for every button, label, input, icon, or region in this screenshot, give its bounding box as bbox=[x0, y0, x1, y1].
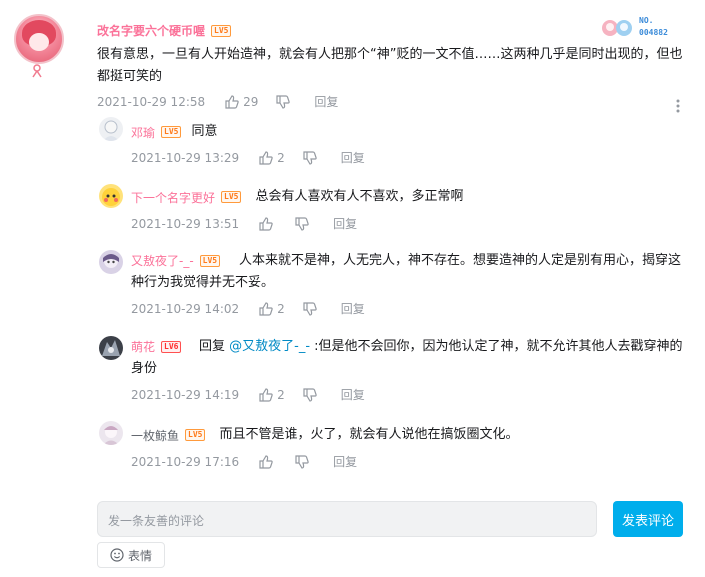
reply-button[interactable]: 回复 bbox=[341, 149, 365, 166]
reply-button[interactable]: 回复 bbox=[333, 215, 357, 232]
reply-row: 下一个名字更好 LV5 总会有人喜欢有人不喜欢，多正常啊 bbox=[131, 186, 463, 208]
main-comment-header: 改名字要六个硬币喔 LV5 bbox=[97, 22, 232, 39]
dislike-button[interactable] bbox=[295, 454, 309, 469]
dislike-button[interactable] bbox=[295, 216, 309, 231]
thumb-down-icon bbox=[303, 301, 317, 316]
nameplate-figure-icon bbox=[602, 20, 632, 36]
thumb-up-icon bbox=[259, 301, 273, 316]
reply-button[interactable]: 回复 bbox=[333, 453, 357, 470]
level-badge: LV5 bbox=[211, 24, 232, 37]
reply-avatar[interactable] bbox=[99, 336, 123, 360]
reply-text: 同意 bbox=[191, 124, 218, 139]
reply-avatar[interactable] bbox=[99, 117, 123, 141]
like-button[interactable]: 29 bbox=[225, 95, 258, 109]
reply-username[interactable]: 邓瑜 bbox=[131, 124, 155, 141]
reply-button[interactable]: 回复 bbox=[341, 300, 365, 317]
dislike-button[interactable] bbox=[276, 94, 291, 109]
like-count: 2 bbox=[277, 150, 285, 165]
thumb-down-icon bbox=[303, 150, 317, 165]
reply-text: 回复 @又敖夜了-_- :但是他不会回你，因为他认定了神，就不允许其他人去戳穿神… bbox=[131, 336, 687, 380]
dislike-button[interactable] bbox=[303, 301, 317, 316]
main-comment-text: 很有意思，一旦有人开始造神，就会有人把那个“神”贬的一文不值……这两种几乎是同时… bbox=[97, 47, 683, 84]
reply-text: 而且不管是谁，火了，就会有人说他在搞饭圈文化。 bbox=[219, 427, 519, 442]
reply-button[interactable]: 回复 bbox=[314, 93, 338, 110]
nameplate-label: NO. bbox=[639, 16, 654, 25]
comment-date: 2021-10-29 13:29 bbox=[131, 150, 240, 165]
submit-comment-button[interactable]: 发表评论 bbox=[613, 501, 683, 537]
reply-meta: 2021-10-29 13:51 回复 bbox=[131, 215, 357, 232]
main-comment-avatar[interactable] bbox=[14, 14, 64, 64]
comment-input[interactable]: 发一条友善的评论 bbox=[97, 501, 597, 537]
reply-row: 邓瑜 LV5 同意 bbox=[131, 121, 217, 143]
reply-avatar[interactable] bbox=[99, 184, 123, 208]
like-button[interactable]: 2 bbox=[259, 302, 285, 316]
like-count: 2 bbox=[277, 301, 285, 316]
thumb-down-icon bbox=[295, 216, 309, 231]
thumb-up-icon bbox=[259, 150, 273, 165]
main-comment-meta: 2021-10-29 12:58 29 回复 bbox=[97, 93, 338, 110]
dislike-button[interactable] bbox=[303, 150, 317, 165]
thumb-down-icon bbox=[276, 94, 291, 109]
reply-text: 人本来就不是神，人无完人，神不存在。想要造神的人定是别有用心，揭穿这种行为我觉得… bbox=[131, 253, 682, 290]
level-badge: LV5 bbox=[161, 126, 182, 138]
reply-meta: 2021-10-29 14:19 2 回复 bbox=[131, 386, 365, 403]
avatar-pendant-icon bbox=[32, 64, 42, 78]
reply-meta: 2021-10-29 13:29 2 回复 bbox=[131, 149, 365, 166]
emoji-button[interactable]: 表情 bbox=[97, 542, 165, 568]
thumb-up-icon bbox=[259, 216, 273, 231]
reply-meta: 2021-10-29 17:16 回复 bbox=[131, 453, 357, 470]
like-count: 2 bbox=[277, 387, 285, 402]
thumb-up-icon bbox=[259, 387, 273, 402]
like-count: 29 bbox=[243, 94, 259, 109]
fan-nameplate: NO. 004882 bbox=[601, 16, 683, 40]
level-badge: LV5 bbox=[185, 429, 206, 441]
comment-date: 2021-10-29 17:16 bbox=[131, 454, 240, 469]
nameplate-number: 004882 bbox=[639, 28, 668, 37]
thumb-down-icon bbox=[295, 454, 309, 469]
comment-date: 2021-10-29 14:19 bbox=[131, 387, 240, 402]
thumb-up-icon bbox=[225, 94, 239, 109]
reply-row: 一枚鲸鱼 LV5 而且不管是谁，火了，就会有人说他在搞饭圈文化。 bbox=[131, 424, 518, 446]
reply-meta: 2021-10-29 14:02 2 回复 bbox=[131, 300, 365, 317]
level-badge: LV5 bbox=[221, 191, 242, 203]
reply-avatar[interactable] bbox=[99, 250, 123, 274]
main-comment-username[interactable]: 改名字要六个硬币喔 bbox=[97, 22, 205, 39]
reply-text: 总会有人喜欢有人不喜欢，多正常啊 bbox=[255, 189, 464, 204]
reply-username[interactable]: 下一个名字更好 bbox=[131, 189, 215, 206]
thumb-down-icon bbox=[303, 387, 317, 402]
reply-username[interactable]: 一枚鲸鱼 bbox=[131, 427, 179, 444]
like-button[interactable] bbox=[259, 216, 277, 231]
more-vertical-icon[interactable] bbox=[674, 98, 682, 114]
thumb-up-icon bbox=[259, 454, 273, 469]
mention-link[interactable]: @又敖夜了-_- bbox=[229, 339, 310, 354]
comment-date: 2021-10-29 14:02 bbox=[131, 301, 240, 316]
emoji-label: 表情 bbox=[127, 548, 152, 563]
reply-prefix: 回复 bbox=[199, 339, 230, 354]
comment-date: 2021-10-29 13:51 bbox=[131, 216, 240, 231]
like-button[interactable]: 2 bbox=[259, 151, 285, 165]
like-button[interactable]: 2 bbox=[259, 388, 285, 402]
comment-date: 2021-10-29 12:58 bbox=[97, 94, 206, 109]
reply-button[interactable]: 回复 bbox=[341, 386, 365, 403]
reply-avatar[interactable] bbox=[99, 421, 123, 445]
smile-icon bbox=[110, 548, 124, 562]
dislike-button[interactable] bbox=[303, 387, 317, 402]
like-button[interactable] bbox=[259, 454, 277, 469]
